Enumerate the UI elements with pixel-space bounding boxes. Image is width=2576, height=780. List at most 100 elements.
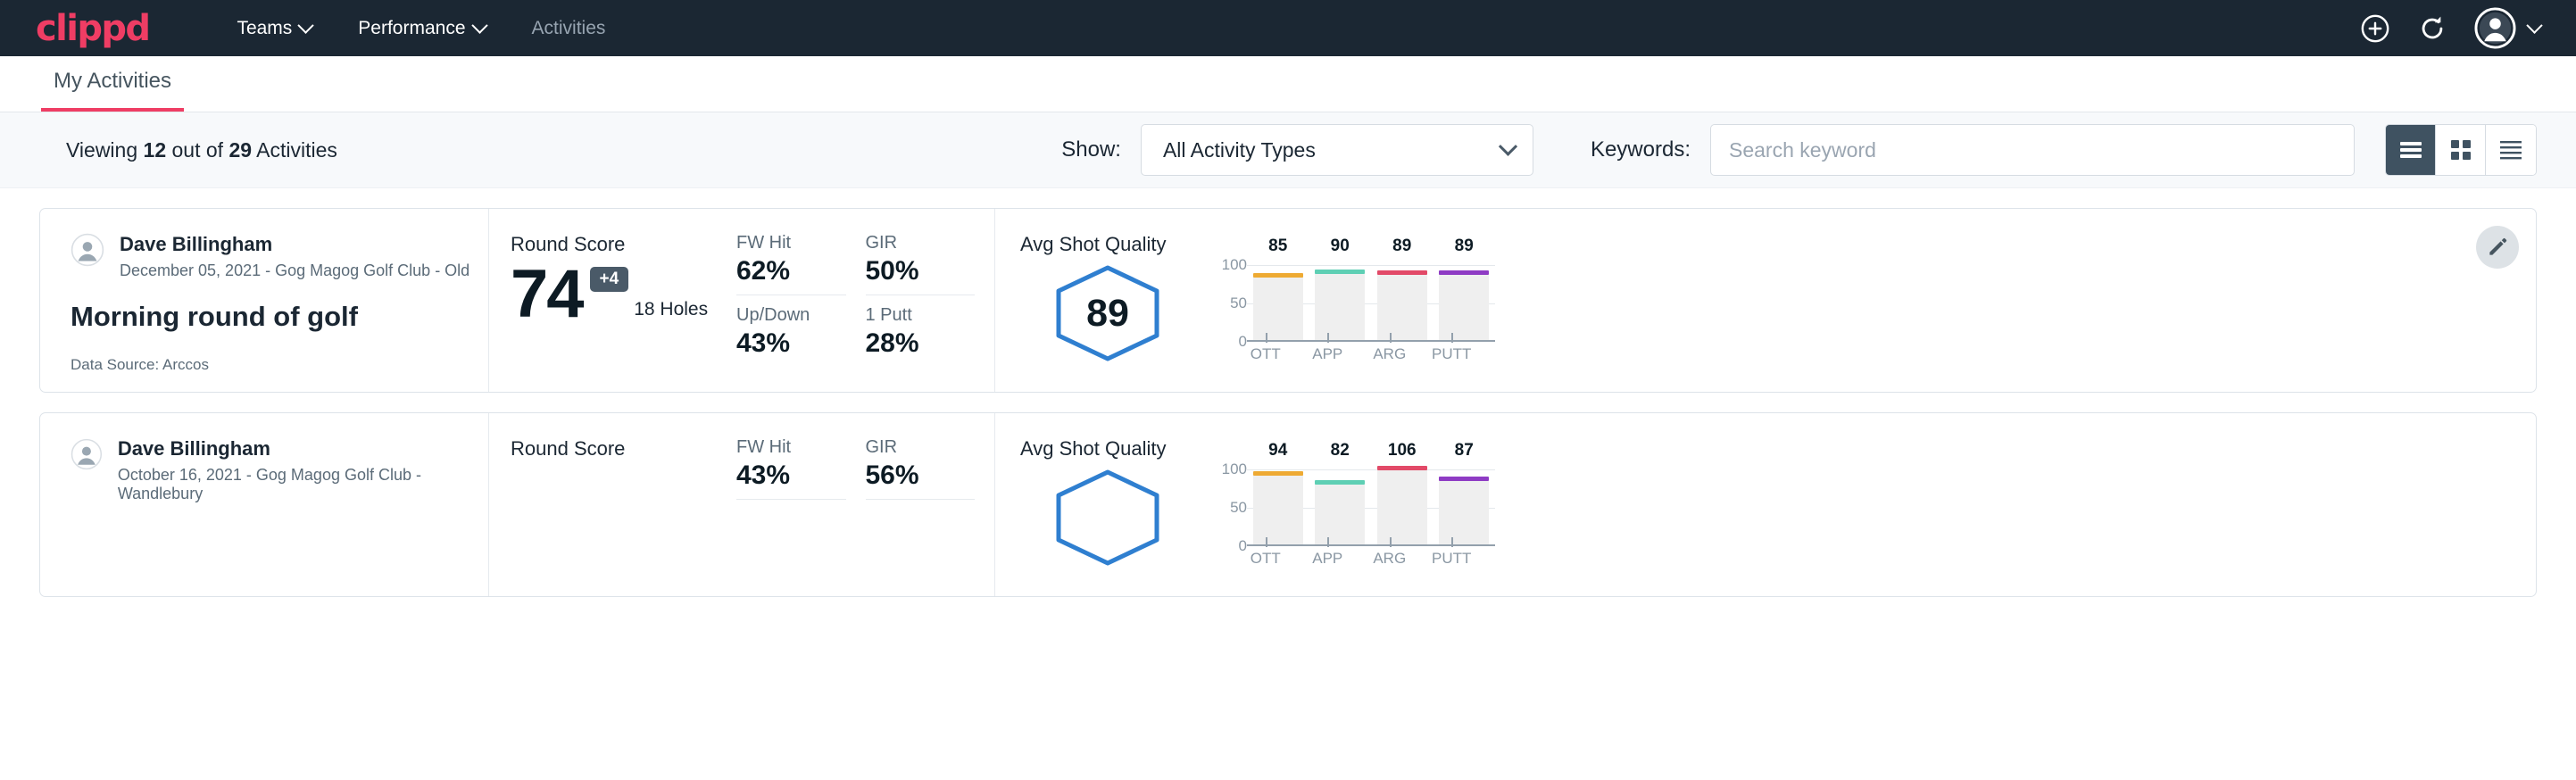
add-button[interactable]: [2360, 13, 2390, 44]
data-source-value: Arccos: [162, 356, 209, 373]
y-tick-50: 50: [1230, 499, 1247, 517]
x-tick-putt: PUTT: [1421, 550, 1483, 568]
x-tick-ott-label: OTT: [1251, 345, 1281, 362]
nav-item-teams[interactable]: Teams: [213, 18, 335, 39]
nav-item-performance[interactable]: Performance: [335, 18, 508, 39]
chart-plot-area: 94 82 106: [1247, 469, 1495, 546]
activity-player-name: Dave Billingham: [118, 437, 488, 460]
top-nav-actions: [2360, 7, 2540, 49]
round-score-label: Round Score: [511, 233, 736, 256]
bar-putt: [1439, 274, 1489, 340]
avg-shot-quality-label: Avg Shot Quality: [1020, 437, 2536, 461]
viewing-prefix: Viewing: [66, 138, 144, 162]
tickmark: [1327, 333, 1329, 343]
tickmark: [1390, 537, 1392, 547]
x-tick-app-label: APP: [1312, 550, 1342, 567]
bar-cap-app: [1315, 270, 1365, 274]
hex-score: [1051, 468, 1164, 568]
chart-y-axis: 100 50 0: [1208, 265, 1247, 342]
bar-cell-putt: 87: [1433, 469, 1496, 544]
refresh-icon: [2417, 13, 2447, 44]
bar-cap-ott: [1253, 471, 1303, 476]
refresh-button[interactable]: [2417, 13, 2447, 44]
bar-label-ott: 94: [1268, 441, 1287, 473]
round-score-section: Round Score: [489, 413, 736, 596]
view-mode-rows-button[interactable]: [2486, 125, 2536, 175]
pencil-icon: [2486, 236, 2509, 259]
stat-fw-hit-value: 43%: [736, 461, 846, 491]
top-navigation-bar: clippd Teams Performance Activities: [0, 0, 2576, 56]
x-tick-arg-label: ARG: [1373, 550, 1406, 567]
activity-meta: December 05, 2021 - Gog Magog Golf Club …: [120, 261, 469, 280]
stat-one-putt-label: 1 Putt: [866, 305, 976, 326]
chart-bars: 94 82 106: [1247, 469, 1495, 544]
edit-activity-button[interactable]: [2476, 226, 2519, 269]
activity-player-name: Dave Billingham: [120, 233, 469, 255]
hex-score-wrapper: [1020, 462, 1195, 568]
bar-label-putt: 89: [1455, 236, 1474, 270]
avg-shot-quality-label: Avg Shot Quality: [1020, 233, 2536, 256]
activity-card[interactable]: Dave Billingham October 16, 2021 - Gog M…: [39, 412, 2537, 597]
bar-label-app: 82: [1331, 441, 1350, 480]
nav-item-performance-label: Performance: [358, 18, 465, 39]
activity-type-select[interactable]: All Activity Types: [1141, 124, 1533, 176]
avg-shot-quality-body: 100 50 0 94: [1020, 462, 2536, 568]
hexagon-icon: [1051, 468, 1164, 568]
bar-cell-arg: 106: [1371, 469, 1433, 544]
activity-type-select-value: All Activity Types: [1163, 138, 1501, 162]
shot-quality-chart-plot: 100 50 0 94: [1208, 469, 1495, 546]
avatar: [71, 233, 104, 267]
shot-quality-chart-plot: 100 50 0 85: [1208, 265, 1495, 342]
search-input-wrapper[interactable]: [1710, 124, 2355, 176]
chevron-down-icon: [2526, 17, 2542, 33]
view-mode-grid-button[interactable]: [2436, 125, 2486, 175]
filter-controls: Show: All Activity Types Keywords:: [1061, 124, 2537, 176]
bar-cap-putt: [1439, 270, 1489, 275]
search-input[interactable]: [1729, 138, 2336, 162]
avatar-icon: [2474, 7, 2516, 49]
nav-item-activities[interactable]: Activities: [509, 18, 629, 39]
chevron-down-icon: [298, 17, 314, 33]
viewing-mid: out of: [166, 138, 229, 162]
y-tick-50: 50: [1230, 295, 1247, 312]
activity-stats-grid: FW Hit 62% GIR 50% Up/Down 43% 1 Putt 28…: [736, 209, 995, 392]
viewing-total: 29: [229, 138, 252, 162]
bar-cap-arg: [1377, 466, 1427, 470]
stat-gir-label: GIR: [866, 437, 976, 458]
bar-label-arg: 89: [1392, 236, 1411, 270]
activity-card-list: Dave Billingham December 05, 2021 - Gog …: [0, 188, 2576, 597]
bar-ott: [1253, 475, 1303, 544]
stat-fw-hit-value: 62%: [736, 256, 846, 286]
stat-fw-hit-label: FW Hit: [736, 233, 846, 253]
app-logo[interactable]: clippd: [36, 8, 149, 49]
viewing-suffix: Activities: [252, 138, 337, 162]
x-tick-ott-label: OTT: [1251, 550, 1281, 567]
activity-card[interactable]: Dave Billingham December 05, 2021 - Gog …: [39, 208, 2537, 393]
show-label: Show:: [1061, 137, 1121, 162]
chart-bars: 85 90 89: [1247, 265, 1495, 340]
y-tick-100: 100: [1222, 461, 1247, 478]
tickmark: [1266, 333, 1267, 343]
view-mode-list-button[interactable]: [2386, 125, 2436, 175]
list-icon: [2398, 140, 2423, 160]
stat-fw-hit: FW Hit 62%: [736, 233, 846, 295]
bar-label-arg: 106: [1388, 441, 1417, 466]
view-mode-toggle: [2385, 124, 2537, 176]
activity-stats-grid: FW Hit 43% GIR 56%: [736, 413, 995, 596]
bar-cell-arg: 89: [1371, 265, 1433, 340]
bar-cap-app: [1315, 480, 1365, 485]
rows-icon: [2498, 139, 2523, 161]
tickmark: [1390, 333, 1392, 343]
chart-x-axis: OTT APP ARG PUTT: [1234, 550, 1483, 568]
user-menu[interactable]: [2474, 7, 2540, 49]
avg-shot-quality-section: Avg Shot Quality 89 100 50: [995, 209, 2536, 392]
hex-score: 89: [1051, 263, 1164, 363]
stat-up-down: Up/Down 43%: [736, 305, 866, 359]
tab-my-activities[interactable]: My Activities: [41, 69, 184, 112]
stat-gir-value: 56%: [866, 461, 976, 491]
nav-item-activities-label: Activities: [532, 18, 606, 39]
tickmark: [1266, 537, 1267, 547]
stat-one-putt: 1 Putt 28%: [866, 305, 995, 359]
bar-cell-ott: 94: [1247, 469, 1309, 544]
bar-label-ott: 85: [1268, 236, 1287, 272]
